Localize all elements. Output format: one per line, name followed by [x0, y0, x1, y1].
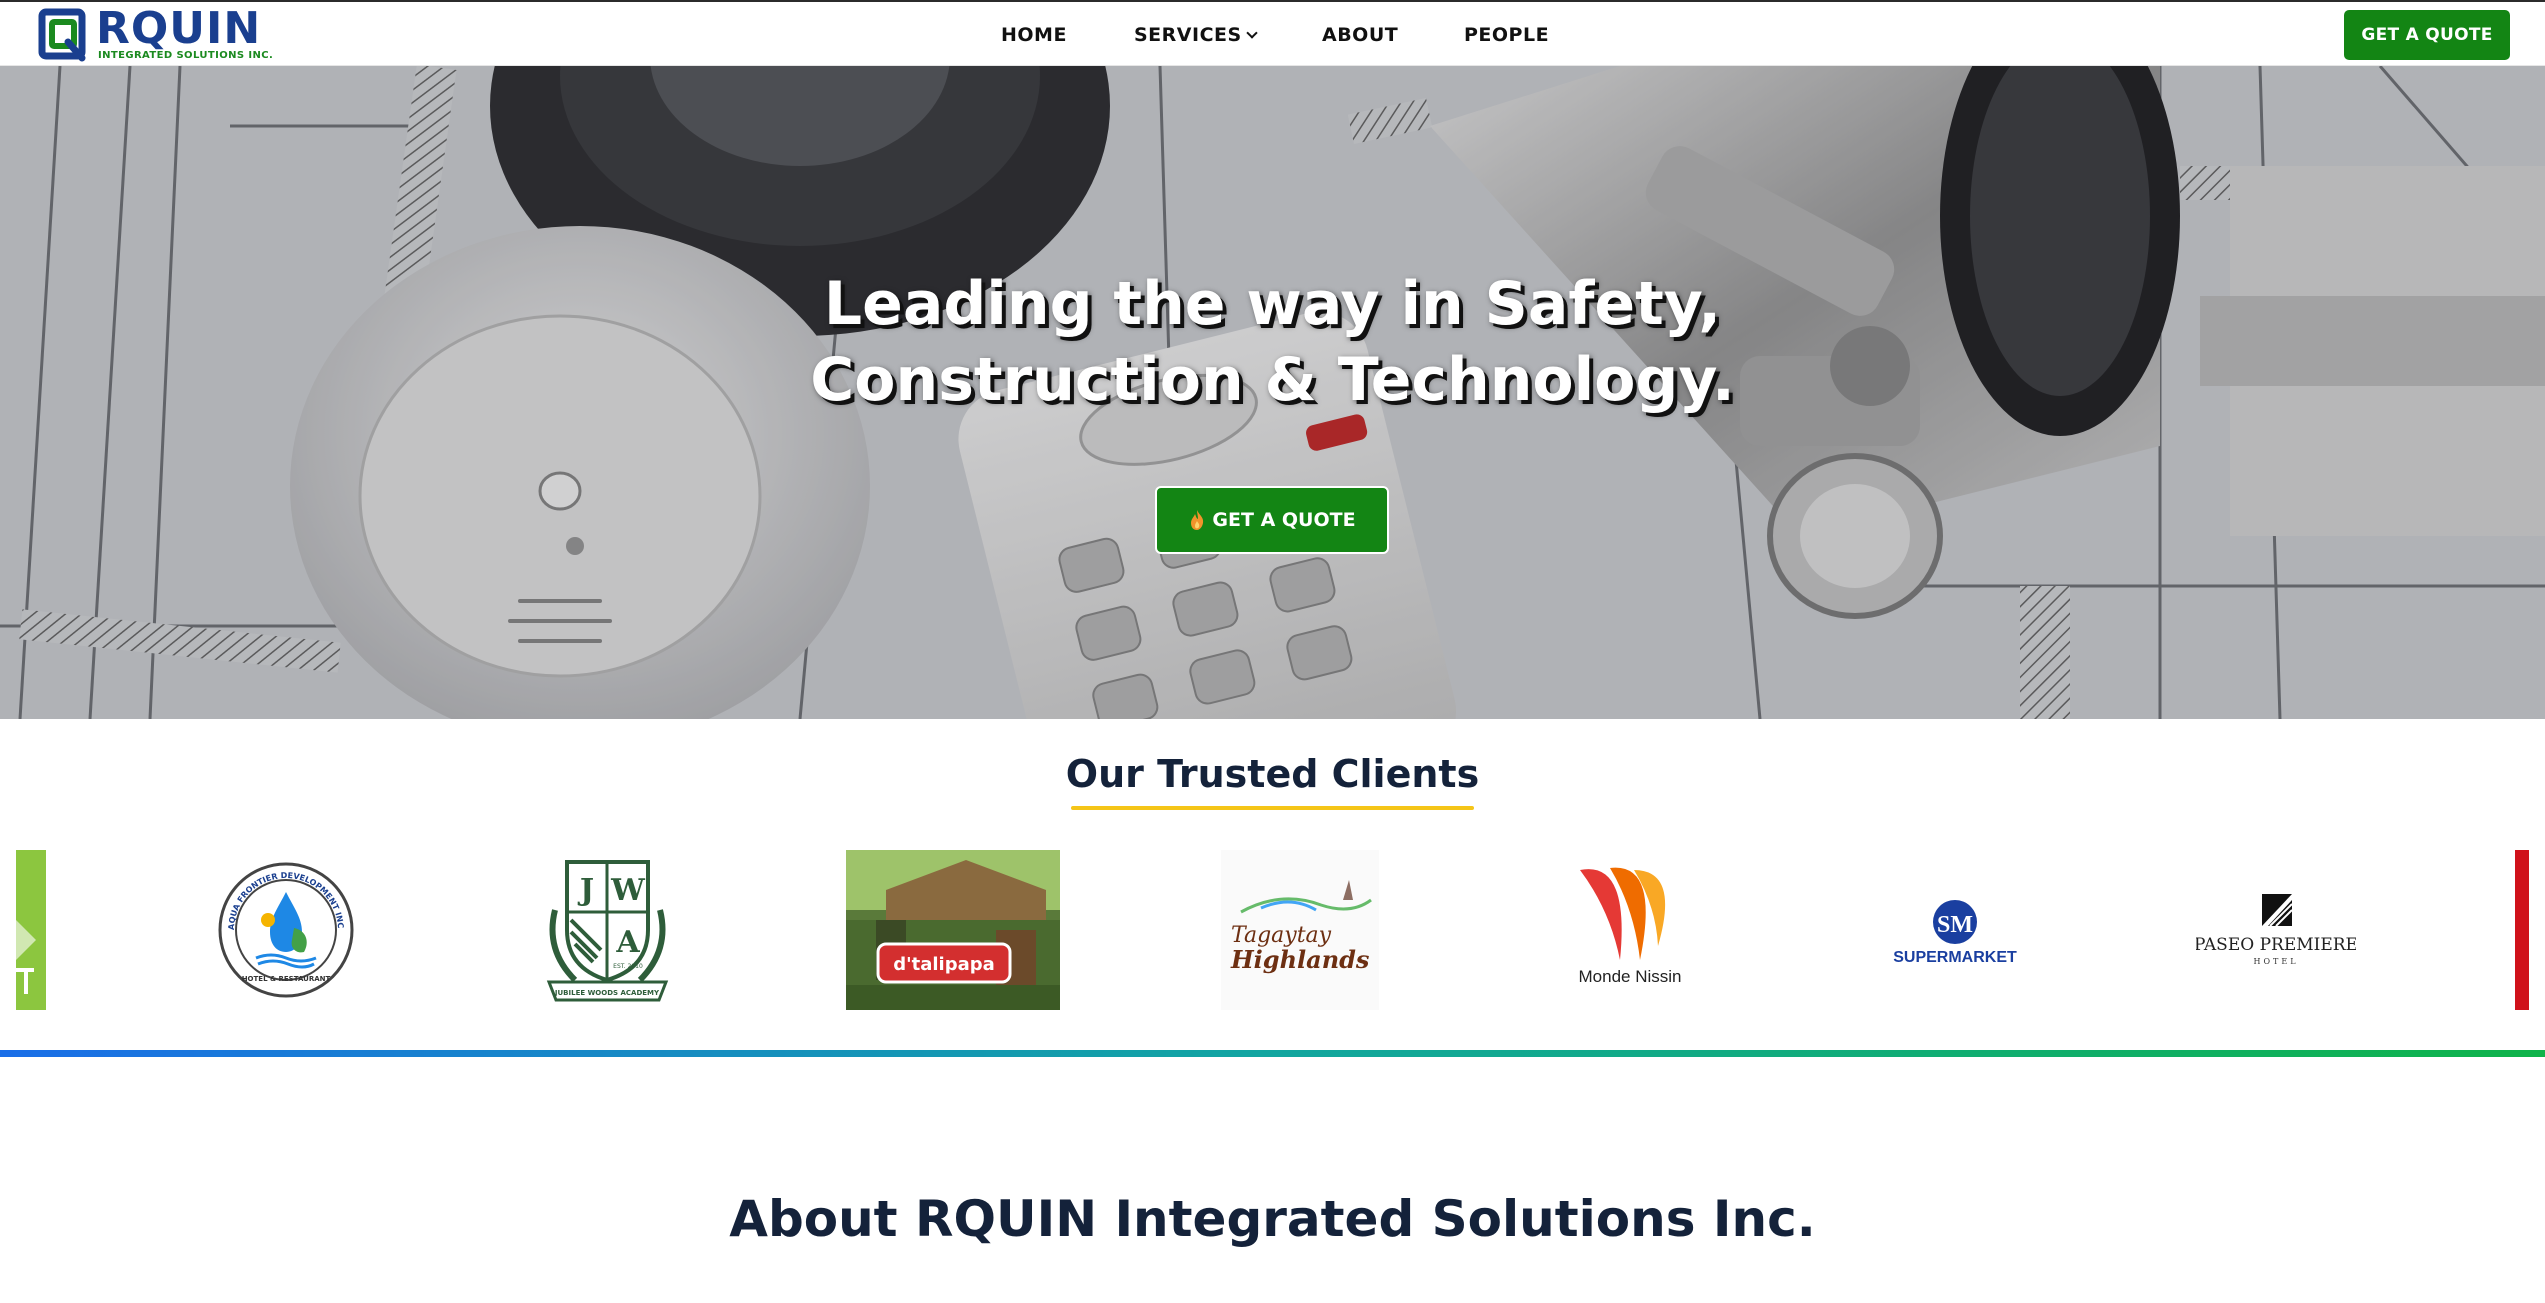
jwa-letter-w: W	[610, 873, 646, 908]
sm-mark-text: SM	[1937, 912, 1973, 938]
header-get-quote-button[interactable]: GET A QUOTE	[2344, 10, 2510, 60]
brand-name: RQUIN	[96, 3, 262, 54]
client-logo-jwa[interactable]: J W A EST. 2010 JUBILEE WOODS ACADEMY	[535, 850, 680, 1010]
nav-services[interactable]: SERVICES	[1134, 24, 1258, 46]
monde-nissin-logo: Monde Nissin	[1579, 867, 1682, 986]
clients-title-underline	[1071, 806, 1474, 810]
jwa-banner-text: JUBILEE WOODS ACADEMY	[554, 989, 660, 997]
sm-supermarket-text: SUPERMARKET	[1893, 949, 2017, 966]
aqua-frontier-logo: AQUA FRONTIER DEVELOPMENT INCORPORATED H…	[213, 843, 354, 998]
nav-about[interactable]: ABOUT	[1322, 24, 1398, 46]
site-header: RQUIN INTEGRATED SOLUTIONS INC. HOME SER…	[0, 2, 2545, 66]
hero-get-quote-label: GET A QUOTE	[1212, 509, 1356, 531]
hero-headline-line-2: Construction & Technology.	[810, 345, 1735, 415]
paseo-line-1: PASEO PREMIERE	[2196, 935, 2356, 955]
tagaytay-highlands-logo: Tagaytay Highlands	[1230, 880, 1372, 974]
jwa-crest-logo: J W A EST. 2010 JUBILEE WOODS ACADEMY	[546, 860, 669, 1002]
about-section-title: About RQUIN Integrated Solutions Inc.	[729, 1190, 1816, 1248]
partial-logo-mark-icon	[16, 920, 36, 994]
aqua-sub-text: HOTEL & RESTAURANT	[242, 975, 331, 983]
monde-nissin-text: Monde Nissin	[1579, 967, 1682, 986]
nav-people[interactable]: PEOPLE	[1464, 24, 1549, 46]
nav-home[interactable]: HOME	[1001, 24, 1067, 46]
hero-headline-line-1: Leading the way in Safety,	[823, 269, 1722, 339]
section-divider-gradient	[0, 1050, 2545, 1057]
paseo-line-2: HOTEL	[2253, 957, 2298, 966]
jwa-est-text: EST. 2010	[613, 963, 643, 970]
tagaytay-line-2: Highlands	[1230, 945, 1370, 974]
client-logo-tagaytay-highlands[interactable]: Tagaytay Highlands	[1221, 850, 1379, 1010]
jwa-letter-a: A	[615, 925, 640, 960]
client-logo-sm-supermarket[interactable]: SM SUPERMARKET	[1890, 850, 2020, 1010]
sm-supermarket-logo: SM SUPERMARKET	[1893, 900, 2017, 966]
nav-services-label: SERVICES	[1134, 24, 1242, 46]
paseo-premiere-logo: PASEO PREMIERE HOTEL	[2194, 894, 2358, 966]
clients-section-title: Our Trusted Clients	[1065, 752, 1480, 796]
client-logo-monde-nissin[interactable]: Monde Nissin	[1570, 850, 1690, 1010]
brand-tagline: INTEGRATED SOLUTIONS INC.	[98, 50, 274, 61]
dtalipapa-text: d'talipapa	[893, 954, 995, 975]
jwa-letter-j: J	[577, 873, 594, 908]
hero-get-quote-button[interactable]: GET A QUOTE	[1155, 486, 1389, 554]
hero-banner: Leading the way in Safety, Construction …	[0, 66, 2545, 719]
client-logo-partial-right	[2515, 850, 2529, 1010]
dtalipapa-photo-logo: d'talipapa	[846, 850, 1060, 1010]
chevron-down-icon	[1246, 27, 1258, 39]
rquin-logo-mark-icon	[38, 8, 86, 62]
client-logo-paseo-premiere[interactable]: PASEO PREMIERE HOTEL	[2194, 850, 2358, 1010]
client-logo-aqua-frontier[interactable]: AQUA FRONTIER DEVELOPMENT INCORPORATED H…	[213, 843, 356, 1010]
hero-headline: Leading the way in Safety, Construction …	[0, 266, 2545, 418]
client-logo-dtalipapa[interactable]: d'talipapa	[846, 850, 1060, 1010]
brand-logo[interactable]: RQUIN INTEGRATED SOLUTIONS INC.	[38, 3, 273, 62]
flame-icon	[1191, 510, 1204, 530]
client-logo-partial-left	[16, 850, 46, 1010]
